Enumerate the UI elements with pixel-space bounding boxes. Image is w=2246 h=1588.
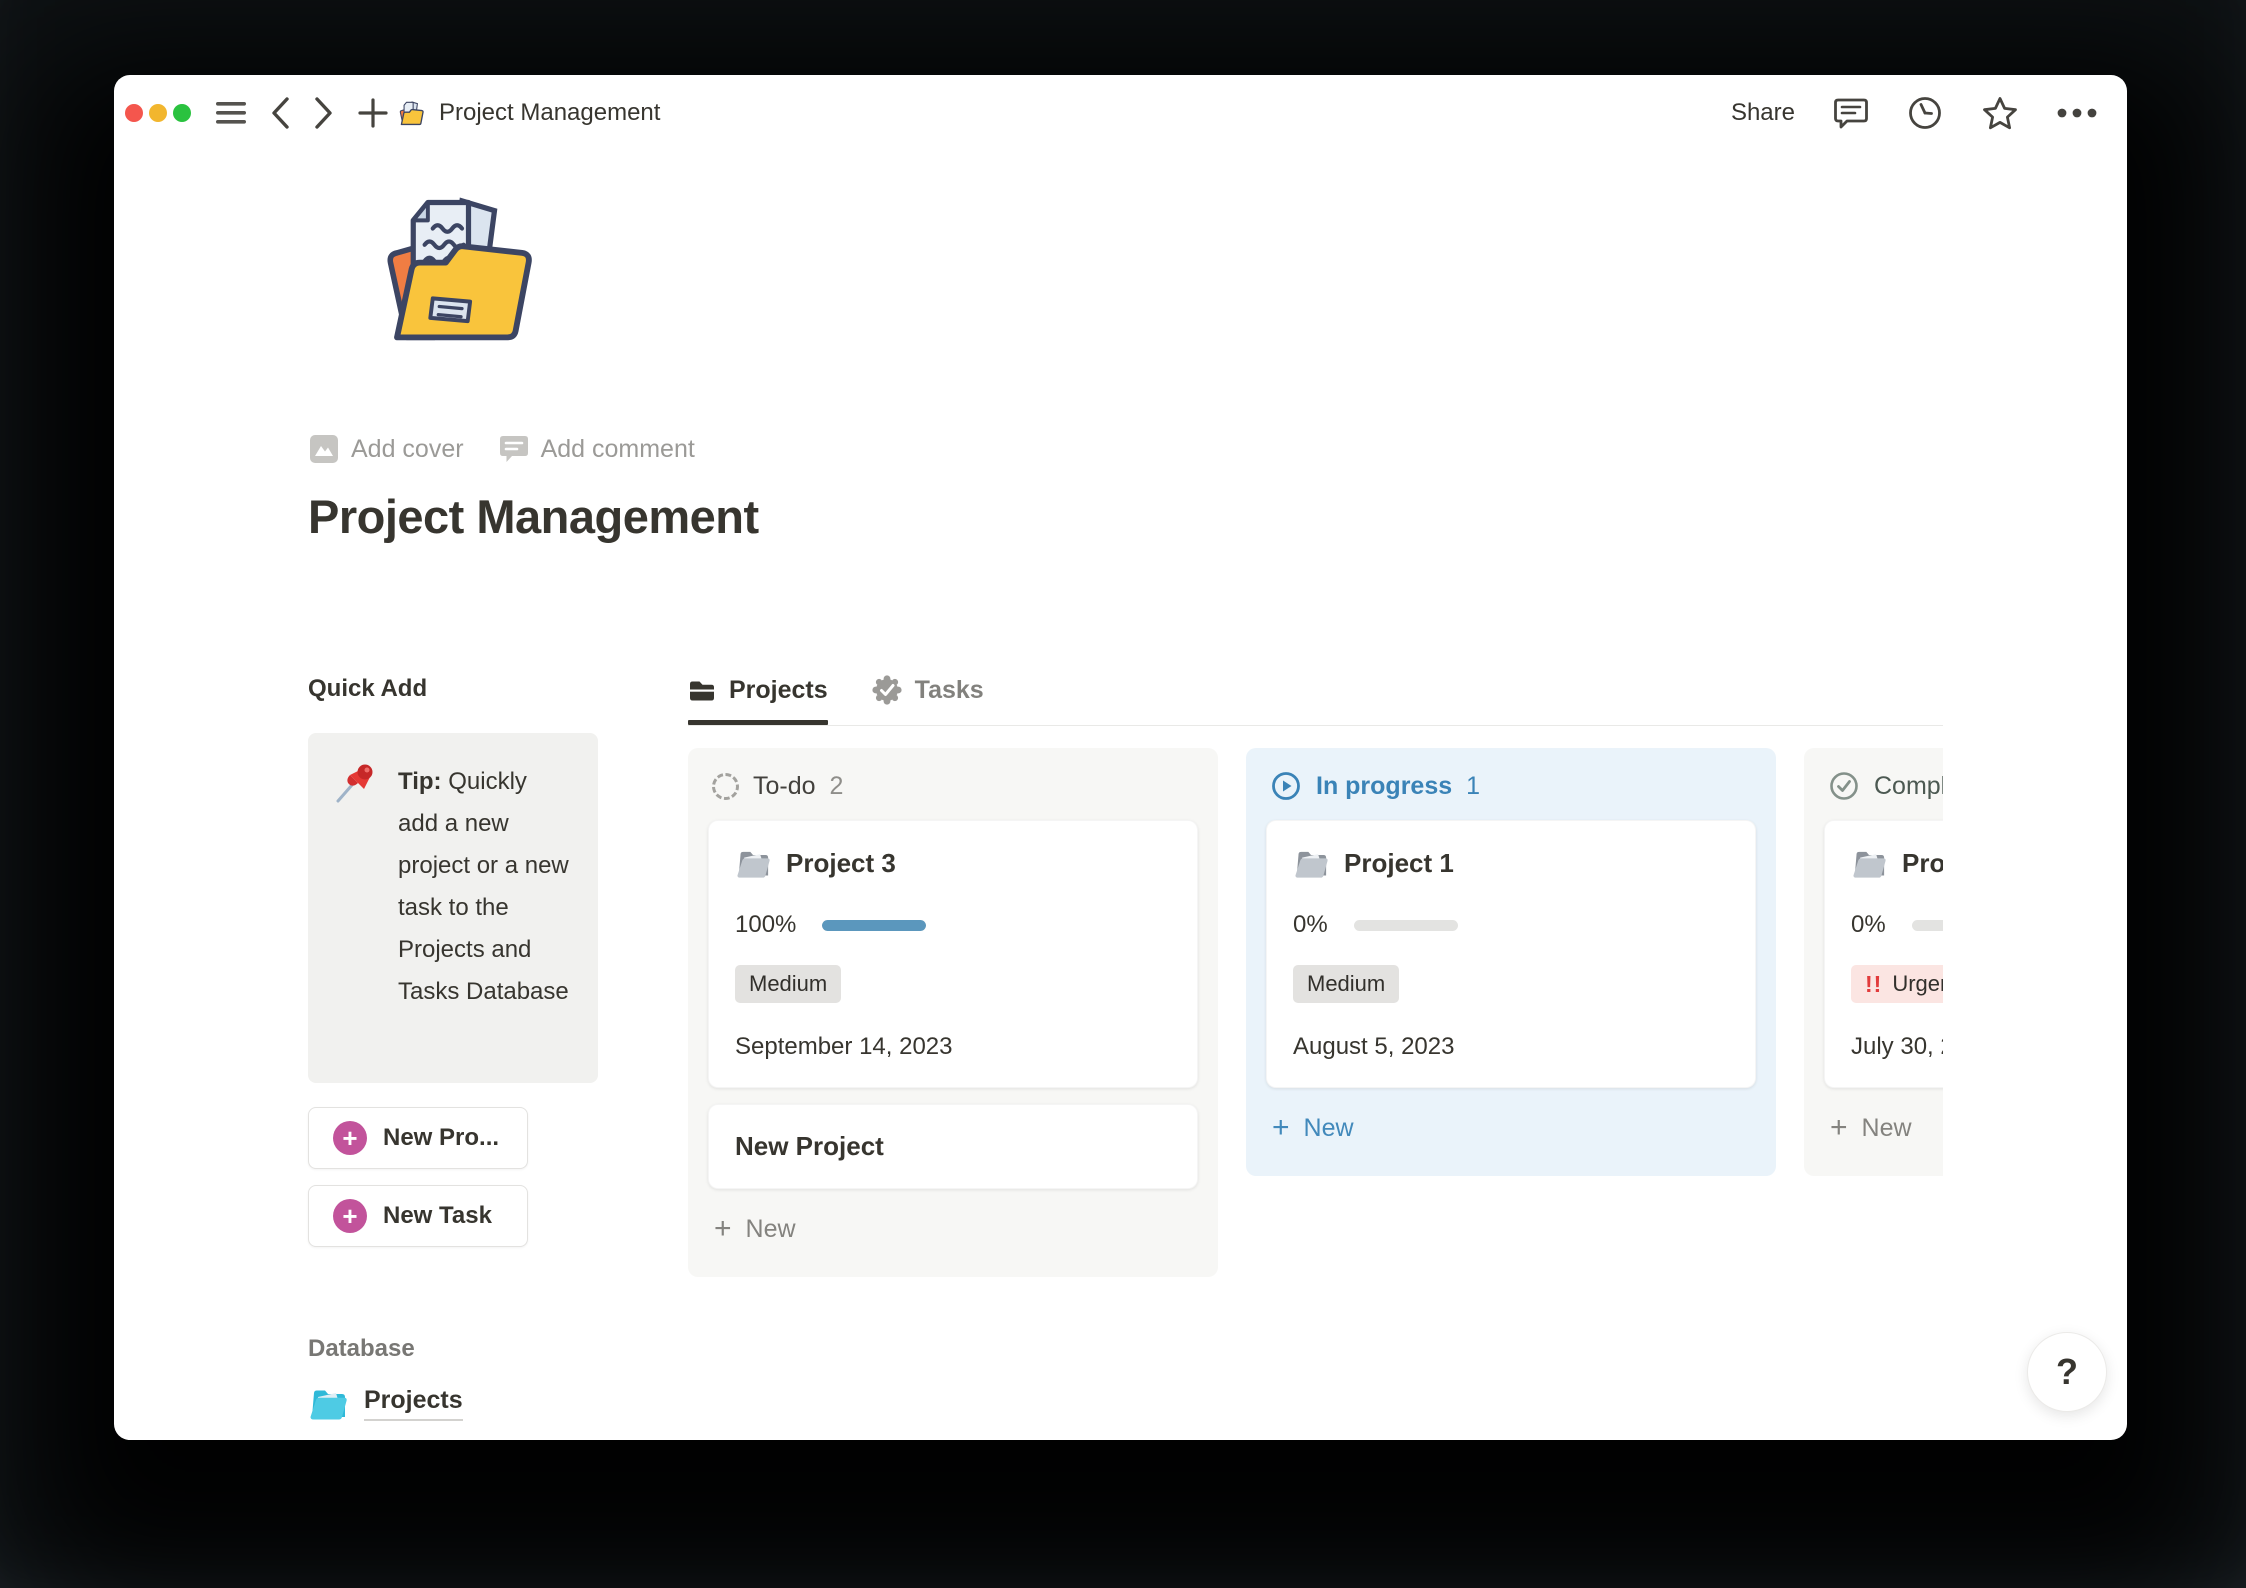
tip-callout: Tip: Quickly add a new project or a new …: [308, 733, 598, 1083]
progress-bar: [1911, 919, 1943, 931]
history-icon[interactable]: [1907, 95, 1943, 131]
add-cover-button[interactable]: Add cover: [308, 433, 464, 465]
progress-bar: [822, 919, 927, 931]
projects-database-link[interactable]: Projects: [308, 1385, 463, 1421]
page-mini-icon: [395, 98, 427, 128]
priority-tag: Medium: [1293, 965, 1400, 1003]
share-button[interactable]: Share: [1731, 99, 1795, 127]
favorite-star-icon[interactable]: [1981, 95, 2019, 132]
priority-tag-urgent: !! Urgent: [1851, 965, 1943, 1003]
window-title: Project Management: [439, 99, 661, 126]
progress-percent: 0%: [1293, 911, 1328, 938]
database-heading: Database: [308, 1335, 415, 1362]
add-card-button[interactable]: + New: [1824, 1100, 1943, 1156]
image-icon: [308, 433, 340, 465]
tabs-divider: [688, 725, 1943, 726]
new-task-button[interactable]: + New Task: [308, 1185, 528, 1247]
plus-icon: +: [714, 1212, 732, 1245]
board-region: Projects Tasks To-do 2 Project 3 100% Me…: [688, 675, 1943, 1421]
project-card[interactable]: Proje 0% !! Urgent July 30, 2: [1824, 820, 1943, 1088]
gray-folder-icon: [735, 847, 771, 879]
project-card[interactable]: New Project: [708, 1104, 1198, 1189]
todo-status-icon: [712, 772, 739, 800]
tab-projects[interactable]: Projects: [688, 676, 828, 725]
comments-icon[interactable]: [1833, 95, 1869, 131]
due-date: July 30, 2: [1851, 1033, 1943, 1060]
minimize-window-button[interactable]: [149, 104, 167, 122]
app-window: Project Management Share Add cover Add c…: [114, 75, 2127, 1440]
progress-percent: 100%: [735, 911, 797, 938]
menu-icon[interactable]: [215, 100, 247, 126]
help-button[interactable]: ?: [2027, 1332, 2107, 1412]
card-title: Project 1: [1344, 847, 1454, 878]
pushpin-icon: [334, 761, 376, 1055]
column-in-progress: In progress 1 Project 1 0% Medium August…: [1246, 748, 1776, 1176]
traffic-lights: [125, 104, 191, 122]
add-card-button[interactable]: + New: [708, 1201, 1198, 1257]
view-tabs: Projects Tasks: [688, 675, 1943, 725]
due-date: August 5, 2023: [1293, 1033, 1455, 1060]
gray-folder-icon: [1851, 847, 1887, 879]
zoom-window-button[interactable]: [173, 104, 191, 122]
title-bar: Project Management Share: [114, 75, 2127, 151]
plus-circle-icon: +: [333, 1121, 367, 1155]
comment-bubble-icon: [498, 433, 530, 465]
new-project-button[interactable]: + New Pro...: [308, 1107, 528, 1169]
column-header[interactable]: In progress 1: [1266, 768, 1756, 804]
tab-tasks[interactable]: Tasks: [872, 675, 984, 725]
close-window-button[interactable]: [125, 104, 143, 122]
column-header[interactable]: To-do 2: [708, 768, 1198, 804]
quick-add-heading: Quick Add: [308, 675, 428, 702]
column-header[interactable]: Compl: [1824, 768, 1943, 804]
new-tab-icon[interactable]: [357, 97, 389, 129]
more-options-icon[interactable]: [2057, 108, 2097, 118]
card-title: New Project: [735, 1131, 884, 1161]
in-progress-status-icon: [1270, 770, 1302, 802]
card-title: Project 3: [786, 847, 896, 878]
quick-add-sidebar: Quick Add Tip: Quickly add a new project…: [308, 675, 598, 1421]
project-card[interactable]: Project 1 0% Medium August 5, 2023: [1266, 820, 1756, 1088]
plus-icon: +: [1830, 1111, 1848, 1144]
forward-icon[interactable]: [313, 96, 335, 130]
back-icon[interactable]: [269, 96, 291, 130]
folder-icon: [688, 678, 716, 704]
badge-check-icon: [872, 675, 902, 705]
card-title: Proje: [1902, 847, 1943, 878]
urgent-icon: !!: [1865, 970, 1883, 997]
due-date: September 14, 2023: [735, 1033, 953, 1060]
gray-folder-icon: [1293, 847, 1329, 879]
complete-status-icon: [1828, 770, 1860, 802]
page-title: Project Management: [308, 490, 759, 543]
cyan-folder-icon: [308, 1385, 348, 1421]
page-icon[interactable]: [358, 175, 553, 360]
column-todo: To-do 2 Project 3 100% Medium September …: [688, 748, 1218, 1277]
add-comment-button[interactable]: Add comment: [498, 433, 695, 465]
progress-percent: 0%: [1851, 911, 1886, 938]
project-card[interactable]: Project 3 100% Medium September 14, 2023: [708, 820, 1198, 1088]
plus-icon: +: [1272, 1111, 1290, 1144]
add-card-button[interactable]: + New: [1266, 1100, 1756, 1156]
column-completed: Compl Proje: [1804, 748, 1943, 1176]
kanban-board: To-do 2 Project 3 100% Medium September …: [688, 748, 1943, 1277]
progress-bar: [1353, 919, 1458, 931]
tip-text: Tip: Quickly add a new project or a new …: [398, 768, 569, 1005]
priority-tag: Medium: [735, 965, 842, 1003]
plus-circle-icon: +: [333, 1199, 367, 1233]
